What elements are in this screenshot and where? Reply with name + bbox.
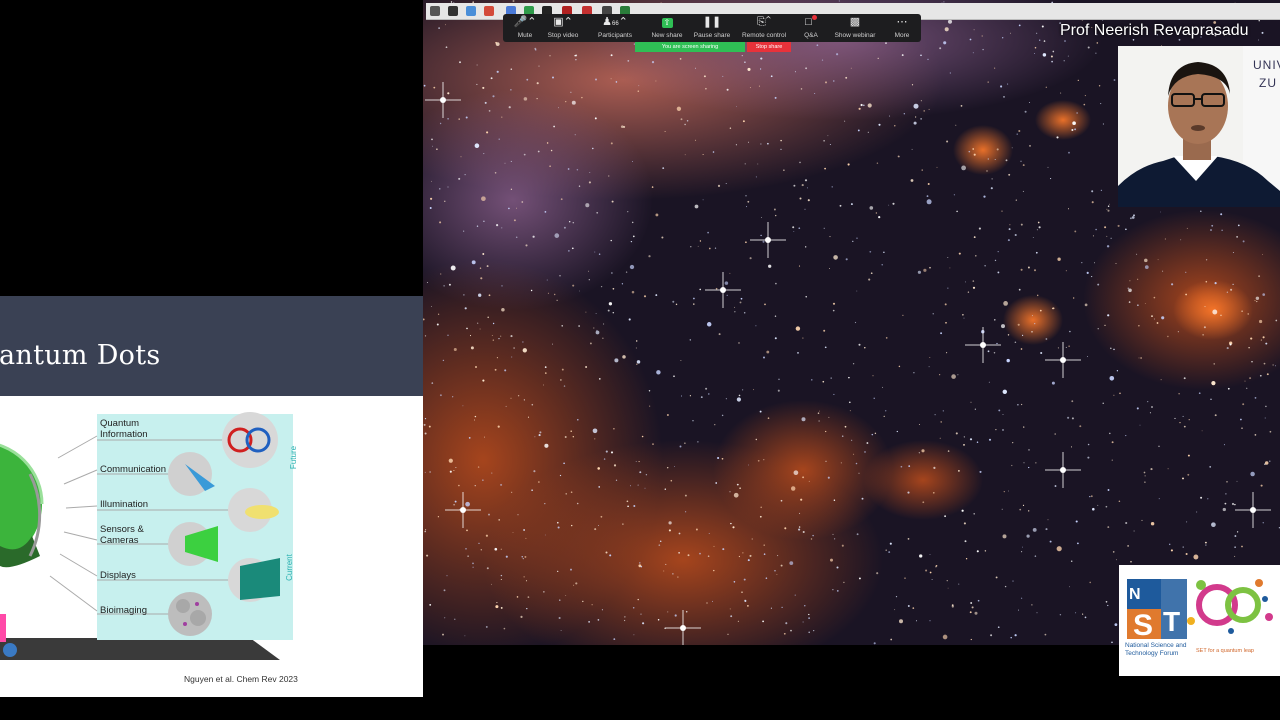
zoom-meeting-toolbar: 🎤⌃ Mute ▣⌃ Stop video ♟66⌃ Participants … <box>503 14 921 42</box>
video-camera-icon: ▣⌃ <box>553 16 573 28</box>
label-future: Future <box>289 445 299 470</box>
participants-button[interactable]: ♟66⌃ Participants <box>593 15 637 39</box>
app-dock-icon[interactable] <box>466 6 476 16</box>
participants-icon: ♟66⌃ <box>602 16 628 28</box>
remote-control-button[interactable]: ⎘⌃ Remote control <box>737 15 791 39</box>
nstf-logo-graphic: N S T <box>1127 579 1273 642</box>
qa-icon: □ <box>789 15 833 29</box>
pause-share-button[interactable]: ❚❚ Pause share <box>690 15 734 39</box>
share-arrow-icon: ⇧ <box>645 15 689 29</box>
label-bioimaging: Bioimaging <box>100 605 147 616</box>
label-sensors-cameras: Sensors & Cameras <box>100 524 144 546</box>
nstf-tagline: SET for a quantum leap <box>1196 648 1254 654</box>
university-banner-text: UNIV ZU <box>1253 58 1280 90</box>
presenter-webcam-video[interactable]: UNIV ZU <box>1118 46 1280 207</box>
webinar-icon: ▩ <box>849 16 861 28</box>
sharing-status-pill: You are screen sharing <box>635 42 745 52</box>
stop-share-button[interactable]: Stop share <box>747 42 791 52</box>
stop-video-button[interactable]: ▣⌃ Stop video <box>541 15 585 39</box>
applications-diagram-graphic <box>0 412 293 660</box>
slide-citation: Nguyen et al. Chem Rev 2023 <box>184 674 298 684</box>
svg-text:N: N <box>1129 586 1141 603</box>
label-quantum-information: Quantum Information <box>100 418 148 440</box>
svg-text:T: T <box>1163 606 1180 637</box>
presenter-name: Prof Neerish Revaprasadu <box>1060 22 1249 39</box>
more-icon: ⋯ <box>896 16 908 28</box>
app-dock-icon[interactable] <box>448 6 458 16</box>
app-dock-icon[interactable] <box>484 6 494 16</box>
nstf-org-name: National Science and Technology Forum <box>1125 642 1187 657</box>
show-webinar-button[interactable]: ▩ Show webinar <box>833 15 877 39</box>
label-displays: Displays <box>100 570 136 581</box>
remote-control-icon: ⎘⌃ <box>757 16 771 28</box>
quantum-dots-applications-diagram: Quantum Information Communication Illumi… <box>0 396 423 697</box>
presentation-slide: antum Dots Quantum Information Communica… <box>0 296 423 697</box>
label-illumination: Illumination <box>100 499 149 510</box>
label-current: Current <box>284 554 294 581</box>
svg-text:S: S <box>1133 609 1153 642</box>
more-button[interactable]: ⋯ More <box>880 15 924 39</box>
nstf-logo: N S T National Science and Technology Fo… <box>1119 565 1280 676</box>
pause-icon: ❚❚ <box>702 16 722 28</box>
new-share-button[interactable]: ⇧ New share <box>645 15 689 39</box>
app-dock-icon[interactable] <box>430 6 440 16</box>
qa-button[interactable]: □ Q&A <box>789 15 833 39</box>
participant-count: 66 <box>611 21 619 27</box>
slide-header: antum Dots <box>0 296 423 396</box>
slide-title: antum Dots <box>0 340 161 371</box>
label-communication: Communication <box>100 464 166 475</box>
